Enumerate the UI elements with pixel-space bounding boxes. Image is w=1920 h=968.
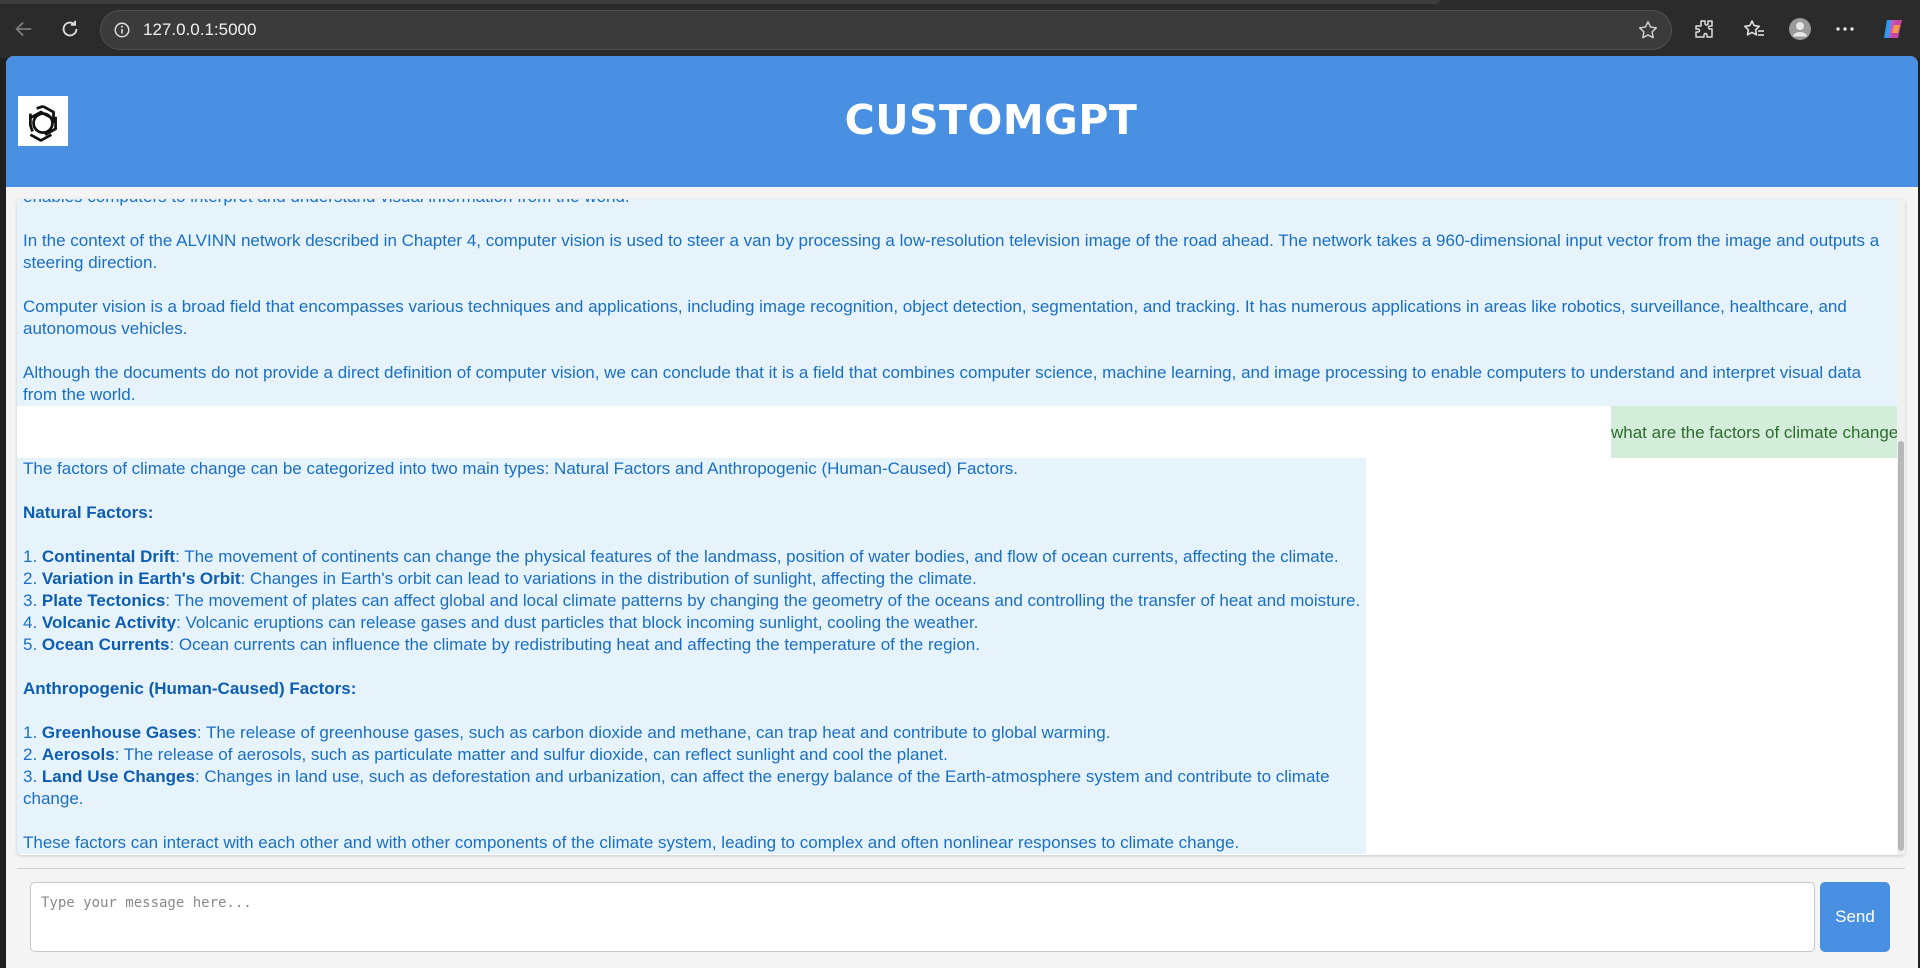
- bot-message-previous: enables computers to interpret and under…: [17, 199, 1897, 406]
- app-header: CUSTOMGPT: [6, 56, 1918, 187]
- list-item: 4. Volcanic Activity: Volcanic eruptions…: [23, 613, 979, 632]
- user-message: what are the factors of climate change: [1611, 406, 1897, 458]
- list-item: 1. Greenhouse Gases: The release of gree…: [23, 723, 1111, 742]
- answer-conclusion: These factors can interact with each oth…: [23, 833, 1240, 852]
- message-paragraph: Although the documents do not provide a …: [23, 363, 1862, 404]
- input-divider: [17, 868, 1905, 869]
- message-input[interactable]: [30, 882, 1815, 952]
- scrollbar-thumb[interactable]: [1898, 441, 1904, 851]
- answer-intro: The factors of climate change can be cat…: [23, 459, 1018, 478]
- address-bar[interactable]: 127.0.0.1:5000: [100, 10, 1672, 50]
- copilot-icon[interactable]: [1877, 13, 1909, 45]
- tab-strip: [0, 0, 1440, 4]
- app-title: CUSTOMGPT: [844, 96, 1138, 144]
- send-button[interactable]: Send: [1820, 882, 1890, 952]
- chat-messages[interactable]: enables computers to interpret and under…: [17, 199, 1897, 855]
- profile-avatar-icon[interactable]: [1784, 13, 1816, 45]
- more-options-icon[interactable]: [1829, 13, 1861, 45]
- anthropogenic-factors-heading: Anthropogenic (Human-Caused) Factors:: [23, 679, 357, 698]
- browser-toolbar: 127.0.0.1:5000: [0, 0, 1920, 58]
- list-item: 5. Ocean Currents: Ocean currents can in…: [23, 635, 980, 654]
- reload-icon[interactable]: [52, 11, 88, 47]
- extensions-icon[interactable]: [1688, 13, 1720, 45]
- list-item: 2. Variation in Earth's Orbit: Changes i…: [23, 569, 977, 588]
- web-page: CUSTOMGPT enables computers to interpret…: [6, 56, 1918, 968]
- message-paragraph: enables computers to interpret and under…: [23, 199, 1883, 208]
- list-item: 3. Plate Tectonics: The movement of plat…: [23, 591, 1361, 610]
- user-message-row: what are the factors of climate change: [17, 406, 1897, 458]
- favorites-icon[interactable]: [1738, 13, 1770, 45]
- message-paragraph: In the context of the ALVINN network des…: [23, 231, 1880, 272]
- list-item: 2. Aerosols: The release of aerosols, su…: [23, 745, 948, 764]
- favorite-star-icon[interactable]: [1637, 19, 1659, 41]
- natural-factors-heading: Natural Factors:: [23, 503, 154, 522]
- url-text[interactable]: 127.0.0.1:5000: [143, 20, 256, 40]
- site-info-icon[interactable]: [113, 21, 131, 39]
- list-item: 1. Continental Drift: The movement of co…: [23, 547, 1339, 566]
- back-icon[interactable]: [6, 11, 42, 47]
- chat-container[interactable]: enables computers to interpret and under…: [17, 199, 1905, 855]
- message-paragraph: Computer vision is a broad field that en…: [23, 297, 1847, 338]
- list-item: 3. Land Use Changes: Changes in land use…: [23, 767, 1330, 808]
- chat-scrollbar[interactable]: [1897, 199, 1905, 855]
- bot-message-answer: The factors of climate change can be cat…: [17, 458, 1366, 854]
